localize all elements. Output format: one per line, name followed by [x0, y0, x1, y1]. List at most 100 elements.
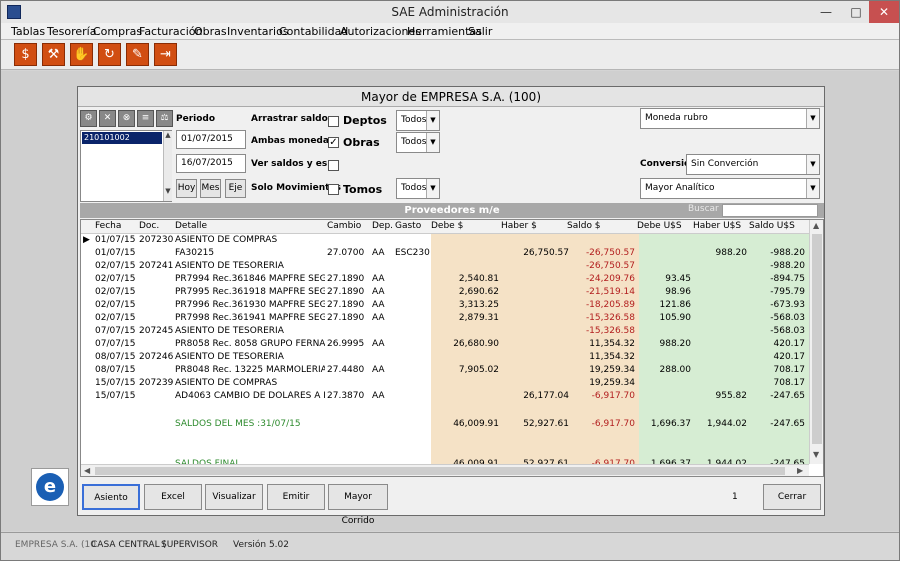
obras-checkbox[interactable]: ✓ [328, 137, 339, 148]
hand-refresh-icon[interactable]: ↻ [98, 43, 121, 66]
hoy-button[interactable]: Hoy [176, 179, 197, 198]
mayor-window-title: Mayor de EMPRESA S.A. (100) [78, 87, 824, 107]
col-debe[interactable]: Debe $ [431, 221, 463, 231]
table-row[interactable]: ▶ 01/07/15 207230 ASIENTO DE COMPRAS [81, 234, 809, 247]
deptos-checkbox[interactable] [328, 116, 339, 127]
ledger-grid[interactable]: Fecha Doc. Detalle Cambio Dep. Gasto Deb… [80, 219, 824, 477]
table-row[interactable]: 07/07/15 PR8058 Rec. 8058 GRUPO FERNAN 26.… [81, 338, 809, 351]
obras-select[interactable]: Todos ▼ [396, 132, 440, 153]
cerrar-button[interactable]: Cerrar [763, 484, 821, 510]
scroll-down-icon[interactable]: ▼ [813, 450, 819, 459]
asiento-button[interactable]: Asiento [82, 484, 140, 510]
mayor-corrido-button[interactable]: Mayor Corrido [328, 484, 388, 526]
conversion-select[interactable]: Sin Converción ▼ [686, 154, 820, 175]
cell-debe: 7,905.02 [458, 365, 499, 375]
table-row[interactable]: 02/07/15 207241 ASIENTO DE TESORERIA -26,75… [81, 260, 809, 273]
table-row[interactable]: 08/07/15 207246 ASIENTO DE TESORERIA 11,354… [81, 351, 809, 364]
close-button[interactable]: ✕ [869, 1, 899, 23]
cell-detalle: AD4063 CAMBIO DE DOLARES A PES [175, 391, 325, 401]
table-row[interactable]: 02/07/15 PR7995 Rec.361918 MAPFRE SEGUI 27… [81, 286, 809, 299]
moneda-select-value: Moneda rubro [645, 113, 708, 123]
table-row[interactable]: 01/07/15 FA30215 27.0700 AA ESC230 26,750.57 -… [81, 247, 809, 260]
chevron-down-icon: ▼ [806, 179, 819, 198]
vertical-scroll-thumb[interactable] [812, 234, 822, 444]
excel-button[interactable]: Excel [144, 484, 202, 510]
eje-button[interactable]: Eje [225, 179, 246, 198]
fecha-hasta-input[interactable]: 16/07/2015 [176, 154, 246, 173]
col-doc[interactable]: Doc. [139, 221, 159, 231]
col-gasto[interactable]: Gasto [395, 221, 421, 231]
cell-saldo: -24,209.76 [585, 274, 635, 284]
horizontal-scroll-thumb[interactable] [95, 467, 785, 475]
moneda-select[interactable]: Moneda rubro ▼ [640, 108, 820, 129]
tomos-checkbox[interactable] [328, 184, 339, 195]
table-row[interactable]: 02/07/15 PR7996 Rec.361930 MAPFRE SEGUI 27… [81, 299, 809, 312]
menu-salir[interactable]: Salir [468, 25, 492, 38]
cell-cambio: 27.3870 [327, 391, 365, 401]
money-icon[interactable]: $ [14, 43, 37, 66]
account-list-scrollbar[interactable]: ▲ ▼ [163, 131, 172, 201]
scroll-up-icon[interactable]: ▲ [813, 221, 819, 230]
logo-icon: e [36, 473, 64, 501]
col-haber[interactable]: Haber $ [501, 221, 537, 231]
menu-compras[interactable]: Compras [93, 25, 142, 38]
ver-saldos-checkbox[interactable] [328, 160, 339, 171]
col-debe-usd[interactable]: Debe U$S [637, 221, 682, 231]
cancel-icon[interactable]: ⊗ [118, 110, 135, 127]
fecha-desde-input[interactable]: 01/07/2015 [176, 130, 246, 149]
cell-saldou: -988.20 [770, 248, 805, 258]
mayor-tipo-select[interactable]: Mayor Analítico ▼ [640, 178, 820, 199]
cell-haber: 26,750.57 [523, 248, 569, 258]
list-icon[interactable]: ≡ [137, 110, 154, 127]
cell-detalle: PR7998 Rec.361941 MAPFRE SEGUI [175, 313, 325, 323]
menu-obras[interactable]: Obras [194, 25, 227, 38]
scroll-right-icon[interactable]: ▶ [797, 466, 803, 475]
filters-panel: ⚙ ✕ ⊗ ≡ ⚖ 210101002 ▲ ▼ Periodo 01/07/201… [78, 108, 824, 202]
account-item-selected[interactable]: 210101002 [82, 132, 162, 144]
col-dep[interactable]: Dep. [372, 221, 393, 231]
cell-debeu: 93.45 [665, 274, 691, 284]
minimize-button[interactable]: — [809, 1, 843, 23]
table-row[interactable]: 08/07/15PR8048 Rec. 13225 MARMOLERIA MA2… [81, 364, 809, 377]
visualizar-button[interactable]: Visualizar [205, 484, 263, 510]
maximize-button[interactable]: □ [843, 1, 869, 23]
mes-button[interactable]: Mes [200, 179, 221, 198]
grid-vertical-scrollbar[interactable]: ▲ ▼ [809, 220, 823, 464]
tools-icon[interactable]: ⚒ [42, 43, 65, 66]
col-fecha[interactable]: Fecha [95, 221, 121, 231]
emitir-button[interactable]: Emitir [267, 484, 325, 510]
deptos-select[interactable]: Todos ▼ [396, 110, 440, 131]
col-detalle[interactable]: Detalle [175, 221, 207, 231]
col-cambio[interactable]: Cambio [327, 221, 361, 231]
menu-tablas[interactable]: Tablas [11, 25, 45, 38]
table-row[interactable]: 07/07/15 207245 ASIENTO DE TESORERIA -15,32… [81, 325, 809, 338]
hand-icon[interactable]: ✋ [70, 43, 93, 66]
account-list[interactable]: 210101002 ▲ ▼ [80, 130, 172, 202]
ambas-monedas-label: Ambas monedas [251, 136, 335, 146]
table-row[interactable]: 15/07/15 207239 ASIENTO DE COMPRAS 19,259.3… [81, 377, 809, 390]
scale-icon[interactable]: ⚖ [156, 110, 173, 127]
cell-fecha: 08/07/15 [95, 352, 136, 362]
col-haber-usd[interactable]: Haber U$S [693, 221, 741, 231]
menu-contabilidad[interactable]: Contabilidad [279, 25, 348, 38]
cell-fecha: 08/07/15 [95, 365, 136, 375]
table-row[interactable]: 15/07/15 AD4063 CAMBIO DE DOLARES A PES 27… [81, 390, 809, 403]
buscar-input[interactable] [722, 204, 818, 217]
scroll-left-icon[interactable]: ◀ [84, 466, 90, 475]
menu-facturacion[interactable]: Facturación [139, 25, 202, 38]
tomos-select[interactable]: Todos ▼ [396, 178, 440, 199]
grid-horizontal-scrollbar[interactable]: ◀ ▶ [81, 464, 809, 476]
table-row[interactable]: 02/07/15 PR7994 Rec.361846 MAPFRE SEGUI 27… [81, 273, 809, 286]
cell-doc: 207246 [139, 352, 174, 362]
table-row[interactable]: 02/07/15 PR7998 Rec.361941 MAPFRE SEGUI 27… [81, 312, 809, 325]
edit-icon[interactable]: ✎ [126, 43, 149, 66]
col-saldo-usd[interactable]: Saldo U$S [749, 221, 795, 231]
col-saldo[interactable]: Saldo $ [567, 221, 601, 231]
cell-debe: 2,879.31 [458, 313, 499, 323]
exit-icon[interactable]: ⇥ [154, 43, 177, 66]
menu-tesoreria[interactable]: Tesorería [47, 25, 96, 38]
totals-mes-haber-usd: 1,944.02 [706, 419, 747, 429]
wrench-icon[interactable]: ⚙ [80, 110, 97, 127]
clear-icon[interactable]: ✕ [99, 110, 116, 127]
cell-doc: 207245 [139, 326, 174, 336]
